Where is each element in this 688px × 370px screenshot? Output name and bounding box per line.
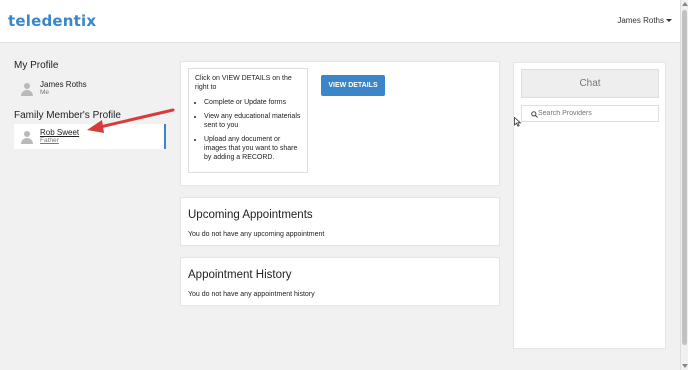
logo[interactable]: teledentix — [8, 12, 96, 30]
scroll-thumb[interactable] — [682, 10, 687, 345]
profile-relation: Me — [40, 89, 50, 96]
details-card: Click on VIEW DETAILS on the right to Co… — [180, 61, 500, 186]
search-providers-input[interactable] — [521, 105, 659, 122]
instructions-list: Complete or Update forms View any educat… — [195, 98, 301, 162]
top-navbar: teledentix James Roths — [0, 0, 680, 43]
upcoming-appointments-message: You do not have any upcoming appointment — [188, 231, 325, 238]
mouse-cursor-icon — [514, 117, 522, 127]
family-profile-heading: Family Member's Profile — [14, 110, 121, 121]
family-member-item[interactable]: Rob Sweet Father — [14, 124, 166, 149]
chat-button[interactable]: Chat — [521, 69, 659, 98]
my-profile-heading: My Profile — [14, 60, 59, 71]
family-member-relation[interactable]: Father — [40, 137, 79, 145]
avatar-icon — [20, 82, 34, 96]
appointment-history-card: Appointment History You do not have any … — [180, 257, 500, 306]
caret-down-icon — [666, 19, 672, 23]
appointment-history-message: You do not have any appointment history — [188, 291, 315, 298]
scroll-up-icon[interactable] — [682, 2, 688, 6]
instruction-item: Complete or Update forms — [204, 98, 301, 107]
view-details-button[interactable]: VIEW DETAILS — [321, 75, 385, 96]
appointment-history-title: Appointment History — [188, 269, 292, 281]
instruction-item: Upload any document or images that you w… — [204, 135, 301, 162]
upcoming-appointments-card: Upcoming Appointments You do not have an… — [180, 197, 500, 246]
upcoming-appointments-title: Upcoming Appointments — [188, 209, 313, 221]
family-member-name[interactable]: Rob Sweet — [40, 128, 79, 137]
instruction-item: View any educational materials sent to y… — [204, 112, 301, 130]
instructions-intro: Click on VIEW DETAILS on the right to — [195, 75, 292, 91]
avatar-icon — [20, 130, 34, 144]
instructions-box: Click on VIEW DETAILS on the right to Co… — [188, 68, 308, 173]
search-icon — [531, 111, 538, 118]
user-menu[interactable]: James Roths — [617, 16, 672, 25]
user-name: James Roths — [617, 16, 664, 25]
scroll-down-icon[interactable] — [682, 364, 688, 368]
chat-panel: Chat — [513, 62, 666, 349]
page-scrollbar[interactable] — [680, 0, 688, 370]
my-profile-item[interactable]: James Roths Me — [14, 76, 166, 101]
profile-name: James Roths — [40, 80, 87, 89]
